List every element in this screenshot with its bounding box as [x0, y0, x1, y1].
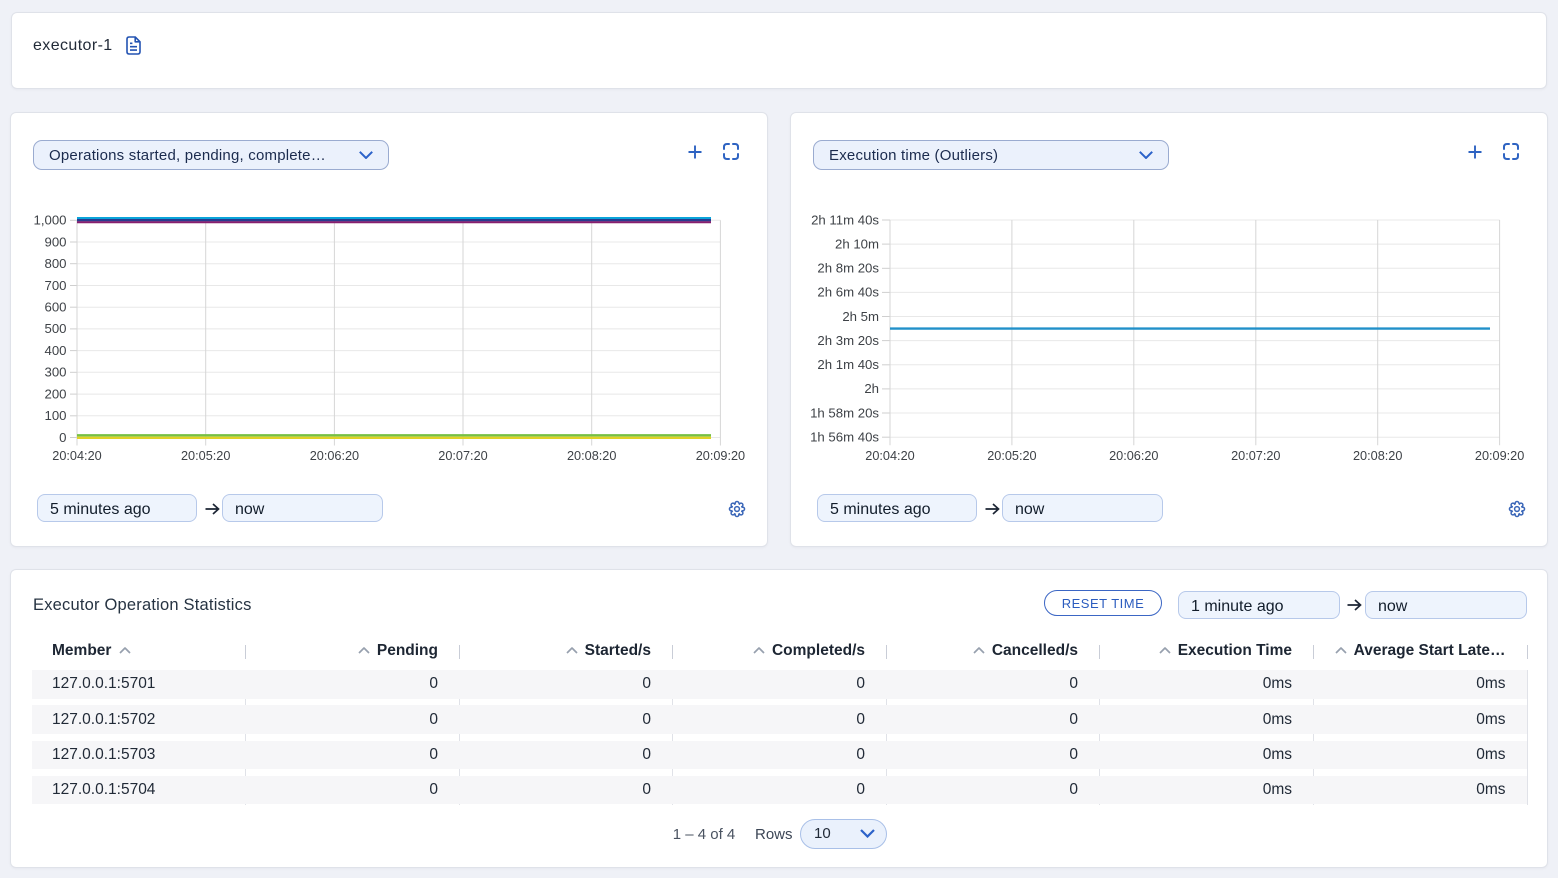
svg-text:200: 200: [44, 386, 66, 401]
svg-text:100: 100: [44, 408, 66, 423]
svg-text:20:05:20: 20:05:20: [987, 449, 1036, 463]
svg-text:900: 900: [44, 234, 66, 249]
svg-text:1h 56m 40s: 1h 56m 40s: [810, 430, 879, 445]
svg-text:600: 600: [44, 300, 66, 315]
svg-text:2h 10m: 2h 10m: [835, 236, 879, 251]
svg-text:20:07:20: 20:07:20: [438, 449, 487, 463]
svg-text:20:09:20: 20:09:20: [696, 449, 745, 463]
svg-text:500: 500: [44, 321, 66, 336]
svg-text:800: 800: [44, 256, 66, 271]
svg-text:1,000: 1,000: [33, 213, 66, 228]
svg-text:20:05:20: 20:05:20: [181, 449, 230, 463]
svg-text:2h: 2h: [864, 381, 879, 396]
svg-text:700: 700: [44, 278, 66, 293]
svg-text:20:06:20: 20:06:20: [310, 449, 359, 463]
svg-text:2h 5m: 2h 5m: [842, 309, 879, 324]
svg-text:20:08:20: 20:08:20: [567, 449, 616, 463]
svg-text:20:04:20: 20:04:20: [52, 449, 101, 463]
svg-text:2h 6m 40s: 2h 6m 40s: [817, 285, 879, 300]
svg-text:2h 8m 20s: 2h 8m 20s: [817, 261, 879, 276]
svg-text:2h 1m 40s: 2h 1m 40s: [817, 357, 879, 372]
svg-text:0: 0: [59, 430, 66, 445]
svg-text:20:09:20: 20:09:20: [1475, 449, 1524, 463]
svg-text:20:04:20: 20:04:20: [865, 449, 914, 463]
svg-text:400: 400: [44, 343, 66, 358]
svg-text:2h 3m 20s: 2h 3m 20s: [817, 333, 879, 348]
svg-text:300: 300: [44, 365, 66, 380]
svg-text:20:08:20: 20:08:20: [1353, 449, 1402, 463]
svg-text:20:07:20: 20:07:20: [1231, 449, 1280, 463]
svg-text:20:06:20: 20:06:20: [1109, 449, 1158, 463]
svg-text:1h 58m 20s: 1h 58m 20s: [810, 405, 879, 420]
svg-text:2h 11m 40s: 2h 11m 40s: [811, 212, 879, 227]
